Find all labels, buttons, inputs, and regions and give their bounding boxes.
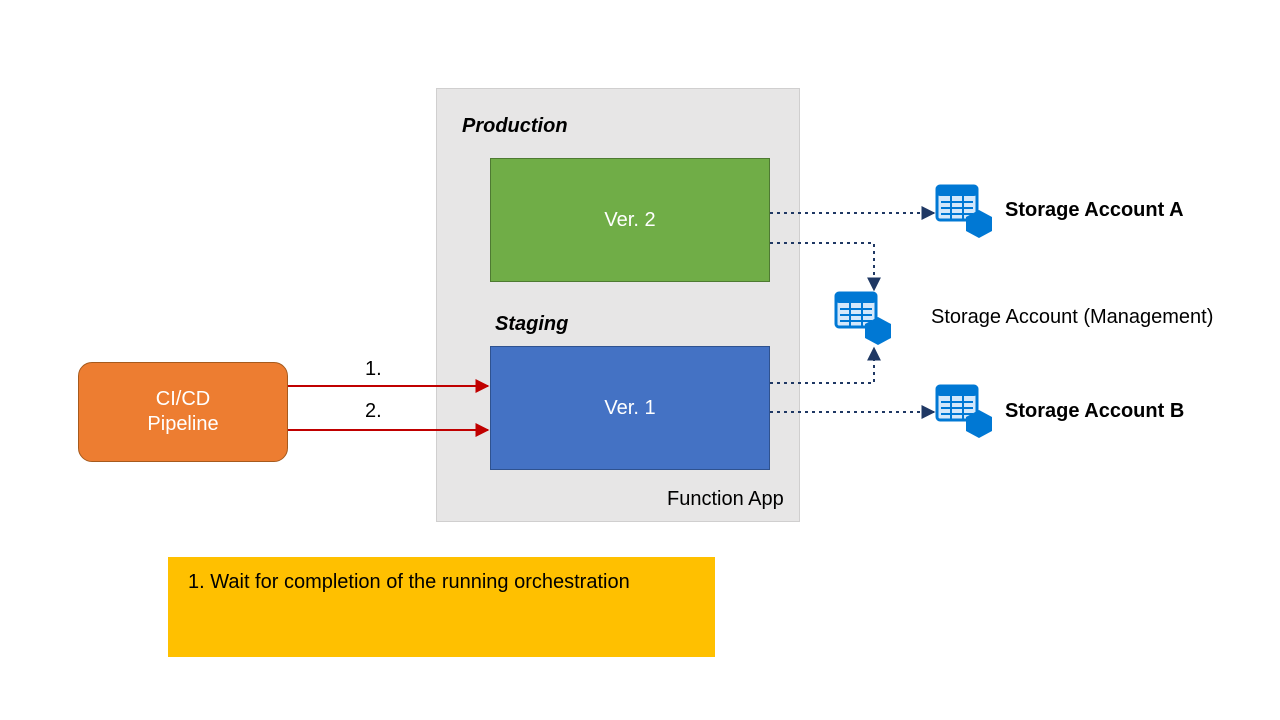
storage-b-label: Storage Account B <box>1005 400 1184 423</box>
production-version-box: Ver. 2 <box>490 158 770 282</box>
staging-version-label: Ver. 1 <box>604 397 655 420</box>
note-box: 1. Wait for completion of the running or… <box>168 557 715 657</box>
step-2-label: 2. <box>365 400 382 423</box>
cicd-pipeline-box: CI/CD Pipeline <box>78 362 288 462</box>
storage-b-icon <box>935 384 995 444</box>
production-version-label: Ver. 2 <box>604 209 655 232</box>
storage-a-label: Storage Account A <box>1005 199 1184 222</box>
staging-slot-label: Staging <box>495 313 568 336</box>
step-1-label: 1. <box>365 358 382 381</box>
storage-management-label: Storage Account (Management) <box>931 306 1213 329</box>
storage-a-icon <box>935 184 995 244</box>
function-app-label: Function App <box>667 488 784 511</box>
storage-management-icon <box>834 291 894 351</box>
note-text: 1. Wait for completion of the running or… <box>188 571 630 594</box>
production-slot-label: Production <box>462 115 568 138</box>
staging-version-box: Ver. 1 <box>490 346 770 470</box>
